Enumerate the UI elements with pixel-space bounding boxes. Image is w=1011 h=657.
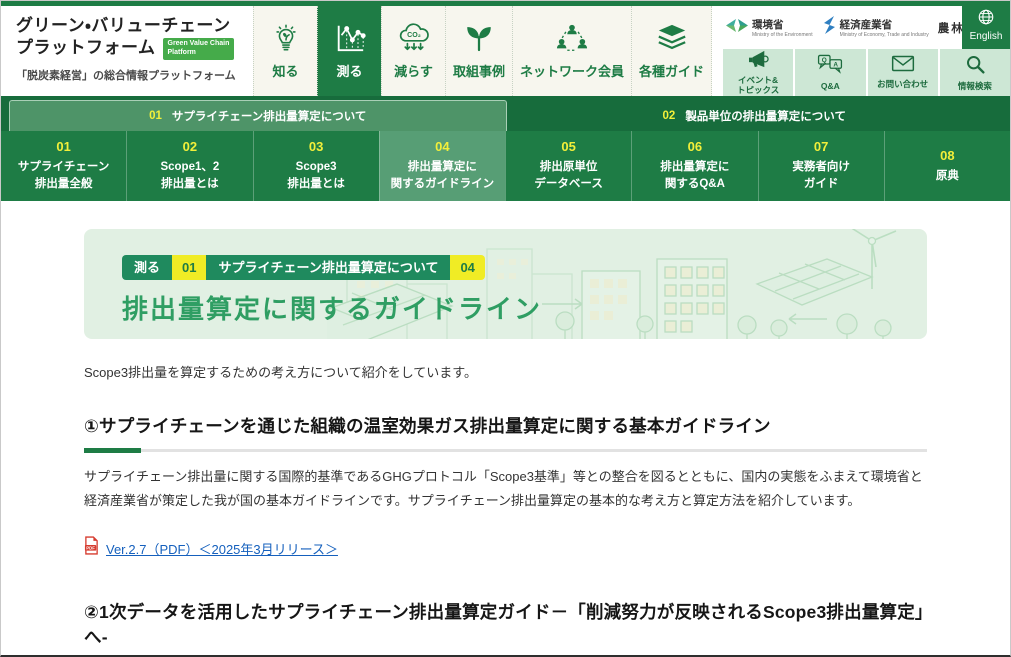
intro-text: Scope3排出量を算定するための考え方について紹介をしています。 bbox=[84, 362, 927, 381]
svg-text:PDF: PDF bbox=[86, 546, 95, 551]
breadcrumb-section: 測る bbox=[122, 255, 172, 280]
section-heading-2: ②1次データを活用したサプライチェーン排出量算定ガイド－「削減努力が反映されるS… bbox=[84, 599, 927, 649]
nav-item-case-studies[interactable]: 取組事例 bbox=[445, 6, 512, 96]
logo-title-line2: プラットフォーム bbox=[16, 37, 156, 58]
search-icon bbox=[965, 54, 985, 79]
network-people-icon bbox=[555, 22, 589, 54]
sprout-icon bbox=[463, 22, 495, 54]
subnav-item-04-guidelines[interactable]: 04 排出量算定に 関するガイドライン bbox=[379, 131, 505, 201]
subnav-item-07-practitioner-guide[interactable]: 07 実務者向け ガイド bbox=[758, 131, 884, 201]
contact-button[interactable]: お問い合わせ bbox=[868, 49, 938, 96]
qa-bubbles-icon: QA bbox=[817, 54, 843, 79]
main-content: 測る 01 サプライチェーン排出量算定について 04 排出量算定に関するガイドラ… bbox=[1, 201, 1010, 657]
qa-button[interactable]: QA Q&A bbox=[795, 49, 865, 96]
pdf-link-row: PDF Ver.2.7（PDF）＜2025年3月リリース＞ bbox=[84, 536, 927, 560]
tab-supply-chain-calculation[interactable]: 01 サプライチェーン排出量算定について bbox=[9, 100, 507, 131]
breadcrumb-number-01: 01 bbox=[172, 255, 206, 280]
section-heading-1: ①サプライチェーンを通じた組織の温室効果ガス排出量算定に関する基本ガイドライン bbox=[84, 413, 927, 438]
page-title: 排出量算定に関するガイドライン bbox=[122, 289, 927, 326]
subnav-item-01-supply-chain-general[interactable]: 01 サプライチェーン 排出量全般 bbox=[1, 131, 126, 201]
section-divider bbox=[84, 449, 927, 452]
subnav-item-08-source[interactable]: 08 原典 bbox=[884, 131, 1010, 201]
section-body-1: サプライチェーン排出量に関する国際的基準であるGHGプロトコル「Scope3基準… bbox=[84, 465, 927, 513]
ministry-environment-link[interactable]: 環境省 Ministry of the Environment bbox=[725, 17, 813, 38]
nav-item-measure[interactable]: 測る bbox=[317, 6, 381, 96]
main-nav: 知る 測る CO₂ 減らす 取組事例 bbox=[253, 6, 712, 96]
subnav-item-02-scope12[interactable]: 02 Scope1、2 排出量とは bbox=[126, 131, 252, 201]
meti-icon bbox=[822, 16, 837, 39]
events-topics-button[interactable]: イベント& トピックス bbox=[723, 49, 793, 96]
sub-nav: 01 サプライチェーン 排出量全般 02 Scope1、2 排出量とは 03 S… bbox=[1, 131, 1010, 201]
site-logo[interactable]: グリーン・バリューチェーン プラットフォーム Green Value Chain… bbox=[1, 6, 253, 96]
section-basic-guideline: ①サプライチェーンを通じた組織の温室効果ガス排出量算定に関する基本ガイドライン … bbox=[84, 413, 927, 560]
nav-item-network-members[interactable]: ネットワーク会員 bbox=[512, 6, 631, 96]
envelope-icon bbox=[891, 55, 915, 77]
logo-subtitle: 「脱炭素経営」の総合情報プラットフォーム bbox=[16, 67, 253, 83]
section-primary-data-guide: ②1次データを活用したサプライチェーン排出量算定ガイド－「削減努力が反映されるS… bbox=[84, 599, 927, 657]
svg-text:A: A bbox=[834, 61, 839, 68]
subnav-item-06-qa[interactable]: 06 排出量算定に 関するQ&A bbox=[631, 131, 757, 201]
hero-banner: 測る 01 サプライチェーン排出量算定について 04 排出量算定に関するガイドラ… bbox=[84, 229, 927, 339]
breadcrumb-number-04: 04 bbox=[450, 255, 484, 280]
category-tab-bar: 01 サプライチェーン排出量算定について 02 製品単位の排出量算定について bbox=[1, 96, 1010, 131]
stacked-books-icon bbox=[655, 22, 689, 54]
co2-cloud-icon: CO₂ bbox=[396, 22, 432, 54]
subnav-item-03-scope3[interactable]: 03 Scope3 排出量とは bbox=[253, 131, 379, 201]
moe-icon bbox=[725, 18, 749, 38]
english-button[interactable]: English bbox=[962, 1, 1010, 49]
lightbulb-icon bbox=[271, 22, 301, 54]
subnav-item-05-emission-database[interactable]: 05 排出原単位 データベース bbox=[505, 131, 631, 201]
nav-item-guides[interactable]: 各種ガイド bbox=[631, 6, 712, 96]
breadcrumb-category: サプライチェーン排出量算定について bbox=[206, 255, 450, 280]
ministries-row: 環境省 Ministry of the Environment 経済産業省 Mi… bbox=[723, 6, 1010, 49]
pdf-icon: PDF bbox=[84, 536, 99, 560]
breadcrumb: 測る 01 サプライチェーン排出量算定について 04 bbox=[122, 255, 485, 280]
ministry-economy-link[interactable]: 経済産業省 Ministry of Economy, Trade and Ind… bbox=[822, 16, 929, 39]
nav-item-know[interactable]: 知る bbox=[253, 6, 317, 96]
utility-row: イベント& トピックス QA Q&A お問い合わせ bbox=[723, 49, 1010, 96]
svg-text:CO₂: CO₂ bbox=[407, 32, 421, 39]
svg-text:Q: Q bbox=[822, 57, 827, 64]
globe-icon bbox=[977, 8, 995, 29]
megaphone-icon bbox=[747, 50, 769, 73]
header-right: 環境省 Ministry of the Environment 経済産業省 Mi… bbox=[723, 6, 1010, 96]
pdf-link-ver-2-7[interactable]: Ver.2.7（PDF）＜2025年3月リリース＞ bbox=[106, 539, 338, 558]
search-button[interactable]: 情報検索 bbox=[940, 49, 1010, 96]
tab-product-unit-calculation[interactable]: 02 製品単位の排出量算定について bbox=[507, 100, 1003, 131]
browser-page: グリーン・バリューチェーン プラットフォーム Green Value Chain… bbox=[0, 0, 1011, 657]
logo-badge: Green Value ChainPlatform bbox=[163, 38, 235, 60]
line-chart-icon bbox=[334, 22, 366, 54]
nav-item-reduce[interactable]: CO₂ 減らす bbox=[381, 6, 445, 96]
site-header: グリーン・バリューチェーン プラットフォーム Green Value Chain… bbox=[1, 6, 1010, 96]
logo-title-line1: グリーン・バリューチェーン bbox=[16, 15, 253, 36]
